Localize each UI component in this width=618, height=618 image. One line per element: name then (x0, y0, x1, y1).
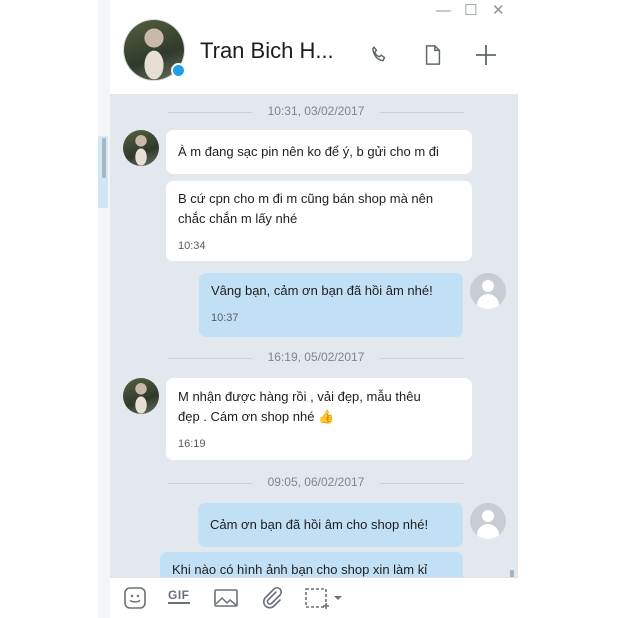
incoming-message[interactable]: À m đang sạc pin nên ko để ý, b gửi cho … (166, 130, 472, 174)
message-text: Khi nào có hình ảnh bạn cho shop xin làm… (172, 562, 428, 577)
date-divider: 10:31, 03/02/2017 (168, 103, 464, 121)
document-icon[interactable] (423, 44, 443, 71)
sticker-icon[interactable] (123, 586, 147, 615)
date-divider: 16:19, 05/02/2017 (168, 349, 464, 367)
message-text: B cứ cpn cho m đi m cũng bán shop mà nên… (178, 191, 434, 226)
chat-header: — ☐ ✕ Tran Bich H... (110, 0, 518, 95)
close-button[interactable]: ✕ (492, 2, 505, 20)
incoming-message[interactable]: B cứ cpn cho m đi m cũng bán shop mà nên… (166, 181, 472, 261)
contact-message-avatar[interactable] (123, 378, 159, 414)
message-text: M nhận được hàng rồi , vải đẹp, mẫu thêu… (178, 389, 421, 424)
my-avatar[interactable] (470, 503, 506, 539)
minimize-button[interactable]: — (436, 2, 451, 20)
message-time: 10:37 (211, 312, 239, 324)
gif-icon[interactable]: GIF (168, 589, 190, 604)
message-text: Cảm ơn bạn đã hồi âm cho shop nhé! (210, 517, 429, 532)
date-divider-label: 16:19, 05/02/2017 (267, 350, 365, 364)
message-time: 16:19 (178, 438, 206, 450)
my-avatar[interactable] (470, 273, 506, 309)
outgoing-message[interactable]: Khi nào có hình ảnh bạn cho shop xin làm… (160, 552, 463, 577)
incoming-message[interactable]: M nhận được hàng rồi , vải đẹp, mẫu thêu… (166, 378, 472, 460)
attachment-icon[interactable] (260, 586, 284, 615)
contact-message-avatar[interactable] (123, 130, 159, 166)
message-text: Vâng bạn, cảm ơn bạn đã hồi âm nhé! (211, 283, 433, 298)
message-time: 10:34 (178, 240, 206, 252)
plus-icon[interactable] (475, 44, 497, 71)
phone-icon[interactable] (368, 44, 390, 71)
compose-toolbar: GIF (110, 577, 518, 618)
online-status-dot (171, 63, 186, 78)
date-divider-label: 10:31, 03/02/2017 (267, 104, 365, 118)
message-list[interactable]: 10:31, 03/02/2017 À m đang sạc pin nên k… (110, 95, 518, 577)
outgoing-message[interactable]: Cảm ơn bạn đã hồi âm cho shop nhé! (198, 503, 463, 547)
screenshot-icon[interactable] (304, 586, 344, 617)
chat-window: — ☐ ✕ Tran Bich H... 10:31, 03/02/2017 À… (110, 0, 518, 618)
maximize-button[interactable]: ☐ (464, 2, 477, 20)
message-text: À m đang sạc pin nên ko để ý, b gửi cho … (178, 144, 439, 159)
side-panel-scrollbar[interactable] (102, 138, 106, 178)
date-divider-label: 09:05, 06/02/2017 (267, 475, 365, 489)
contact-name[interactable]: Tran Bich H... (200, 38, 334, 64)
outgoing-message[interactable]: Vâng bạn, cảm ơn bạn đã hồi âm nhé! 10:3… (199, 273, 463, 337)
date-divider: 09:05, 06/02/2017 (168, 474, 464, 492)
image-icon[interactable] (213, 586, 239, 615)
chat-scrollbar[interactable] (510, 570, 514, 577)
